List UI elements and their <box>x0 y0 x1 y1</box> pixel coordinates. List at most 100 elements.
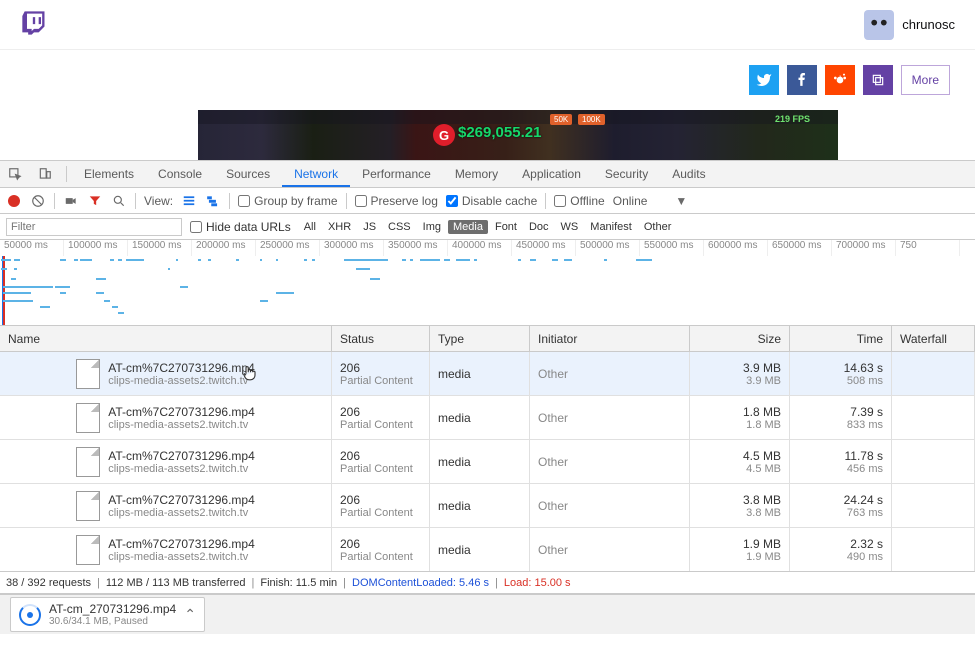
ruler-tick: 150000 ms <box>128 240 192 256</box>
dropdown-caret-icon[interactable]: ▼ <box>675 194 687 208</box>
download-item[interactable]: AT-cm_270731296.mp4 30.6/34.1 MB, Paused… <box>10 597 205 632</box>
table-row[interactable]: AT-cm%7C270731296.mp4clips-media-assets2… <box>0 484 975 528</box>
share-row: More <box>0 50 975 110</box>
copy-icon[interactable] <box>863 65 893 95</box>
load-marker <box>3 256 5 325</box>
overview-segment <box>180 286 188 288</box>
group-by-frame-checkbox[interactable]: Group by frame <box>238 194 337 208</box>
tab-application[interactable]: Application <box>510 161 593 187</box>
request-latency: 763 ms <box>847 507 883 519</box>
inspect-icon[interactable] <box>0 161 30 187</box>
table-row[interactable]: AT-cm%7C270731296.mp4clips-media-assets2… <box>0 396 975 440</box>
table-header: Name Status Type Initiator Size Time Wat… <box>0 326 975 352</box>
status-text: Partial Content <box>340 375 421 387</box>
request-name: AT-cm%7C270731296.mp4 <box>108 361 255 375</box>
request-size: 4.5 MB <box>743 449 781 463</box>
request-latency: 456 ms <box>847 463 883 475</box>
throttling-select[interactable]: Online <box>613 194 648 208</box>
device-toggle-icon[interactable] <box>30 161 60 187</box>
username: chrunosc <box>902 17 955 32</box>
col-name[interactable]: Name <box>0 326 332 351</box>
col-initiator[interactable]: Initiator <box>530 326 690 351</box>
hide-data-urls-checkbox[interactable]: Hide data URLs <box>190 220 291 234</box>
twitter-icon[interactable] <box>749 65 779 95</box>
type-filter-doc[interactable]: Doc <box>524 220 554 234</box>
tab-elements[interactable]: Elements <box>72 161 146 187</box>
type-filter-img[interactable]: Img <box>418 220 446 234</box>
reddit-icon[interactable] <box>825 65 855 95</box>
disable-cache-checkbox[interactable]: Disable cache <box>446 194 537 208</box>
clear-icon[interactable] <box>30 193 46 209</box>
type-filter-ws[interactable]: WS <box>556 220 584 234</box>
download-name: AT-cm_270731296.mp4 <box>49 602 176 616</box>
summary-requests: 38 / 392 requests <box>6 577 91 589</box>
col-status[interactable]: Status <box>332 326 430 351</box>
overview-segment <box>410 259 413 261</box>
search-icon[interactable] <box>111 193 127 209</box>
more-button[interactable]: More <box>901 65 950 95</box>
summary-dcl: DOMContentLoaded: 5.46 s <box>352 577 489 589</box>
request-initiator: Other <box>530 396 690 439</box>
waterfall-cell <box>892 528 975 571</box>
type-filter-media[interactable]: Media <box>448 220 488 234</box>
request-time: 24.24 s <box>844 493 883 507</box>
tab-performance[interactable]: Performance <box>350 161 443 187</box>
table-row[interactable]: AT-cm%7C270731296.mp4clips-media-assets2… <box>0 352 975 396</box>
overview-segment <box>3 300 33 302</box>
overview-segment <box>276 259 278 261</box>
col-type[interactable]: Type <box>430 326 530 351</box>
request-size-raw: 4.5 MB <box>746 463 781 475</box>
overview-segment <box>176 259 178 261</box>
request-latency: 508 ms <box>847 375 883 387</box>
overview-segment <box>604 259 607 261</box>
large-rows-icon[interactable] <box>181 193 197 209</box>
camera-icon[interactable] <box>63 193 79 209</box>
type-filter-manifest[interactable]: Manifest <box>585 220 637 234</box>
overview-segment <box>96 278 106 280</box>
table-row[interactable]: AT-cm%7C270731296.mp4clips-media-assets2… <box>0 528 975 571</box>
type-filter-xhr[interactable]: XHR <box>323 220 356 234</box>
filter-input[interactable] <box>6 218 182 236</box>
status-code: 206 <box>340 537 421 551</box>
request-type: media <box>430 484 530 527</box>
record-button[interactable] <box>6 193 22 209</box>
type-filter-js[interactable]: JS <box>358 220 381 234</box>
user-block[interactable]: chrunosc <box>864 10 955 40</box>
ruler-tick: 300000 ms <box>320 240 384 256</box>
waterfall-cell <box>892 352 975 395</box>
overview-segment <box>118 312 124 314</box>
twitch-logo[interactable] <box>20 9 48 40</box>
filter-row: Hide data URLs AllXHRJSCSSImgMediaFontDo… <box>0 214 975 240</box>
tab-memory[interactable]: Memory <box>443 161 510 187</box>
col-time[interactable]: Time <box>790 326 892 351</box>
video-price: $269,055.21 <box>458 124 541 141</box>
overview-segment <box>40 306 50 308</box>
type-filter-other[interactable]: Other <box>639 220 677 234</box>
waterfall-cell <box>892 484 975 527</box>
facebook-icon[interactable] <box>787 65 817 95</box>
chevron-up-icon[interactable]: ⌃ <box>184 606 196 623</box>
file-icon <box>76 359 100 389</box>
col-size[interactable]: Size <box>690 326 790 351</box>
request-initiator: Other <box>530 440 690 483</box>
video-preview[interactable]: G $269,055.21 219 FPS 50K 100K <box>198 110 838 160</box>
overview-icon[interactable] <box>205 193 221 209</box>
network-toolbar: View: Group by frame Preserve log Disabl… <box>0 188 975 214</box>
tab-security[interactable]: Security <box>593 161 660 187</box>
col-waterfall[interactable]: Waterfall <box>892 326 975 351</box>
tab-audits[interactable]: Audits <box>660 161 717 187</box>
preserve-log-checkbox[interactable]: Preserve log <box>355 194 438 208</box>
ruler-tick: 200000 ms <box>192 240 256 256</box>
timeline-overview[interactable]: 50000 ms100000 ms150000 ms200000 ms25000… <box>0 240 975 326</box>
table-row[interactable]: AT-cm%7C270731296.mp4clips-media-assets2… <box>0 440 975 484</box>
type-filter-all[interactable]: All <box>299 220 321 234</box>
filter-icon[interactable] <box>87 193 103 209</box>
offline-checkbox[interactable]: Offline <box>554 194 604 208</box>
type-filter-font[interactable]: Font <box>490 220 522 234</box>
request-name: AT-cm%7C270731296.mp4 <box>108 449 255 463</box>
tab-sources[interactable]: Sources <box>214 161 282 187</box>
tab-console[interactable]: Console <box>146 161 214 187</box>
tab-network[interactable]: Network <box>282 161 350 187</box>
overview-segment <box>60 292 66 294</box>
type-filter-css[interactable]: CSS <box>383 220 416 234</box>
